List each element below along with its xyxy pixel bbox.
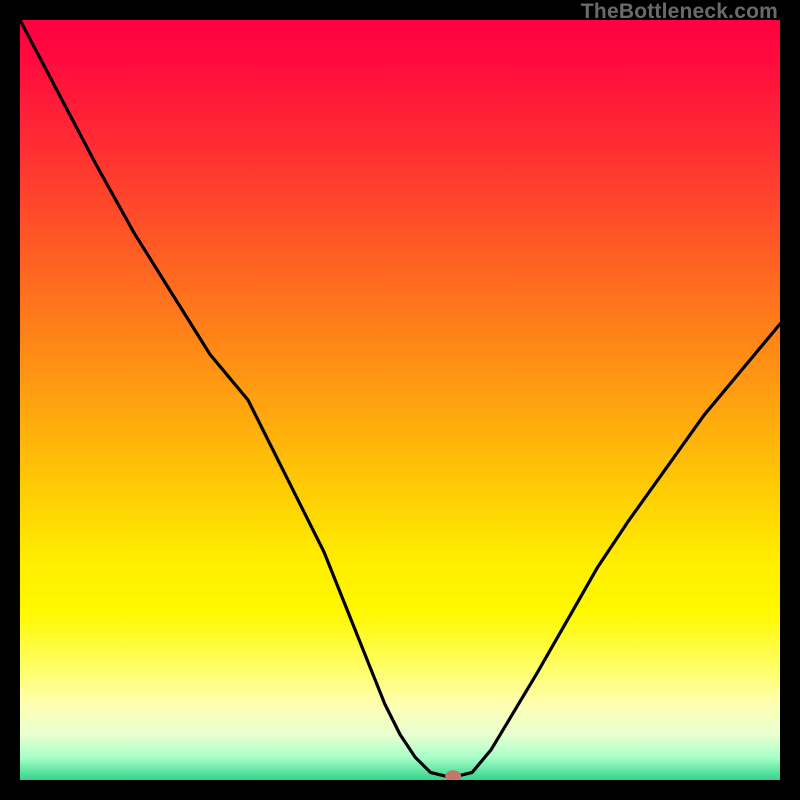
chart-overlay	[20, 20, 780, 780]
watermark-text: TheBottleneck.com	[581, 0, 778, 24]
plot-area	[20, 20, 780, 780]
marker-dot	[445, 770, 461, 780]
chart-curve	[20, 20, 780, 776]
chart-frame: TheBottleneck.com	[0, 0, 800, 800]
